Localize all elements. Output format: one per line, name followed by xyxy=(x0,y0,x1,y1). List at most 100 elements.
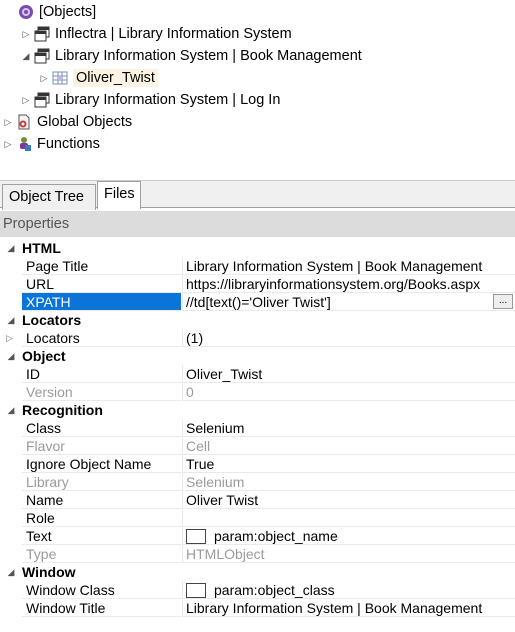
property-value-field[interactable]: param:object_name xyxy=(182,527,515,545)
tree-node-label: [Objects] xyxy=(39,4,97,20)
property-value[interactable]: Oliver Twist xyxy=(182,491,515,509)
category-recognition[interactable]: ◢ Recognition xyxy=(0,401,515,419)
property-value[interactable]: True xyxy=(182,455,515,473)
panel-tab-bar: Object Tree Files xyxy=(0,180,515,210)
property-ignore-object-name[interactable]: Ignore Object Name True xyxy=(0,455,515,473)
property-name: Name xyxy=(22,491,181,509)
objects-root-icon xyxy=(18,4,34,20)
property-xpath[interactable]: XPATH //td[text()='Oliver Twist'] ... xyxy=(0,293,515,311)
expand-arrow-icon[interactable]: ▷ xyxy=(20,29,32,40)
expand-arrow-icon[interactable]: ▷ xyxy=(20,95,32,106)
parameter-checkbox[interactable] xyxy=(186,529,206,544)
property-window-title[interactable]: Window Title Library Information System … xyxy=(0,599,515,617)
property-name: Version xyxy=(22,383,181,401)
property-value: Selenium xyxy=(182,473,515,491)
property-page-title[interactable]: Page Title Library Information System | … xyxy=(0,257,515,275)
collapse-arrow-icon[interactable]: ◢ xyxy=(0,351,22,362)
property-value-field[interactable]: //td[text()='Oliver Twist'] ... xyxy=(182,293,515,311)
property-name: Role xyxy=(22,509,181,527)
property-name: Window Class xyxy=(22,581,181,599)
edit-ellipsis-button[interactable]: ... xyxy=(493,294,513,309)
table-cell-icon xyxy=(52,70,68,86)
collapse-arrow-icon[interactable]: ◢ xyxy=(0,243,22,254)
property-name: Class xyxy=(22,419,181,437)
property-text[interactable]: Text param:object_name xyxy=(0,527,515,545)
property-name: Flavor xyxy=(22,437,181,455)
property-library: Library Selenium xyxy=(0,473,515,491)
category-label: Locators xyxy=(22,312,82,328)
expand-arrow-icon[interactable]: ▷ xyxy=(38,73,50,84)
category-label: Window xyxy=(22,564,76,580)
tree-node-inflectra-window[interactable]: ▷ Inflectra | Library Information System xyxy=(20,23,292,45)
tree-node-global-objects[interactable]: ▷ Global Objects xyxy=(2,111,133,133)
property-value[interactable]: //td[text()='Oliver Twist'] xyxy=(186,294,331,310)
tree-node-login-window[interactable]: ▷ Library Information System | Log In xyxy=(20,89,281,111)
tree-node-objects-root[interactable]: [Objects] xyxy=(6,1,96,23)
property-id[interactable]: ID Oliver_Twist xyxy=(0,365,515,383)
collapse-arrow-icon[interactable]: ◢ xyxy=(0,405,22,416)
category-locators[interactable]: ◢ Locators xyxy=(0,311,515,329)
property-value[interactable]: Library Information System | Book Manage… xyxy=(182,257,515,275)
property-name: Page Title xyxy=(22,257,181,275)
window-icon xyxy=(34,26,50,42)
property-value[interactable] xyxy=(182,509,515,527)
collapse-arrow-icon[interactable]: ◢ xyxy=(20,51,32,62)
tree-node-oliver-twist[interactable]: ▷ Oliver_Twist xyxy=(38,67,158,89)
property-value: 0 xyxy=(182,383,515,401)
property-window-class[interactable]: Window Class param:object_class xyxy=(0,581,515,599)
tree-node-label: Global Objects xyxy=(37,114,133,130)
property-value[interactable]: (1) xyxy=(182,329,515,347)
property-flavor: Flavor Cell xyxy=(0,437,515,455)
tree-node-label: Oliver_Twist xyxy=(73,69,158,87)
tree-node-book-management-window[interactable]: ◢ Library Information System | Book Mana… xyxy=(20,45,362,67)
property-name: Window Title xyxy=(22,599,181,617)
category-window[interactable]: ◢ Window xyxy=(0,563,515,581)
property-locators[interactable]: ▷ Locators (1) xyxy=(0,329,515,347)
property-value: Cell xyxy=(182,437,515,455)
property-value[interactable]: Oliver_Twist xyxy=(182,365,515,383)
tree-node-label: Library Information System | Book Manage… xyxy=(55,48,362,64)
property-value[interactable]: https://libraryinformationsystem.org/Boo… xyxy=(182,275,515,293)
property-grid: ◢ HTML Page Title Library Information Sy… xyxy=(0,239,515,617)
tree-node-label: Functions xyxy=(37,136,100,152)
property-url[interactable]: URL https://libraryinformationsystem.org… xyxy=(0,275,515,293)
tab-files[interactable]: Files xyxy=(97,181,141,209)
category-html[interactable]: ◢ HTML xyxy=(0,239,515,257)
collapse-arrow-icon[interactable]: ◢ xyxy=(0,567,22,578)
parameter-checkbox[interactable] xyxy=(186,583,206,598)
collapse-arrow-icon[interactable]: ◢ xyxy=(0,315,22,326)
property-name: Locators xyxy=(22,329,181,347)
category-label: Recognition xyxy=(22,402,103,418)
object-tree-panel: [Objects] ▷ Inflectra | Library Informat… xyxy=(0,0,515,180)
property-value-field[interactable]: param:object_class xyxy=(182,581,515,599)
property-name: URL xyxy=(22,275,181,293)
property-role[interactable]: Role xyxy=(0,509,515,527)
property-name-field[interactable]: Name Oliver Twist xyxy=(0,491,515,509)
expand-arrow-icon[interactable]: ▷ xyxy=(6,333,13,344)
property-type: Type HTMLObject xyxy=(0,545,515,563)
property-name: Type xyxy=(22,545,181,563)
property-name: XPATH xyxy=(22,293,181,311)
properties-panel-title: Properties xyxy=(0,211,515,237)
category-object[interactable]: ◢ Object xyxy=(0,347,515,365)
tree-node-functions[interactable]: ▷ Functions xyxy=(2,133,100,155)
tree-node-label: Library Information System | Log In xyxy=(55,92,281,108)
window-icon xyxy=(34,92,50,108)
category-label: HTML xyxy=(22,240,61,256)
property-value[interactable]: Library Information System | Book Manage… xyxy=(182,599,515,617)
property-value[interactable]: param:object_class xyxy=(214,582,335,598)
tree-node-label: Inflectra | Library Information System xyxy=(55,26,292,42)
property-name: Text xyxy=(22,527,181,545)
property-value[interactable]: param:object_name xyxy=(214,528,338,544)
property-version: Version 0 xyxy=(0,383,515,401)
category-label: Object xyxy=(22,348,66,364)
property-value: HTMLObject xyxy=(182,545,515,563)
window-icon xyxy=(34,48,50,64)
expand-arrow-icon[interactable]: ▷ xyxy=(2,117,14,128)
expand-arrow-icon[interactable]: ▷ xyxy=(2,139,14,150)
functions-icon xyxy=(16,136,32,152)
tab-object-tree[interactable]: Object Tree xyxy=(2,184,96,210)
property-class[interactable]: Class Selenium xyxy=(0,419,515,437)
property-value[interactable]: Selenium xyxy=(182,419,515,437)
property-name: ID xyxy=(22,365,181,383)
